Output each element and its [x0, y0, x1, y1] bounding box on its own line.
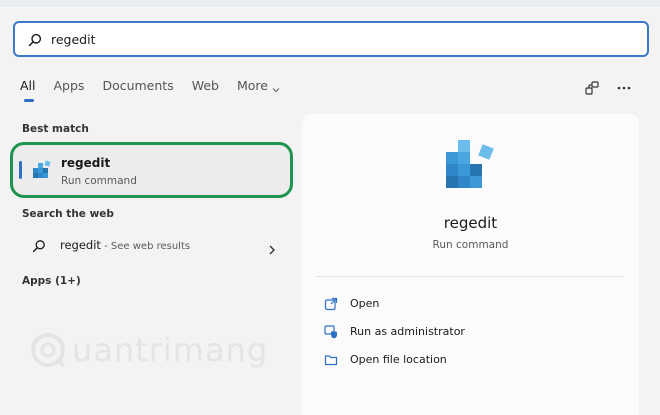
share-device-icon[interactable]: [582, 78, 602, 98]
tab-more[interactable]: More: [237, 78, 280, 93]
search-box[interactable]: [13, 21, 649, 57]
section-search-web: Search the web: [22, 208, 114, 220]
section-apps: Apps (1+): [22, 275, 81, 287]
best-match-subtitle: Run command: [61, 175, 137, 187]
search-icon: [28, 32, 42, 47]
folder-icon: [324, 352, 338, 366]
shield-icon: [324, 324, 338, 339]
search-icon: [32, 238, 46, 253]
best-match-title: regedit: [61, 156, 111, 170]
action-open-file-location[interactable]: Open file location: [324, 349, 447, 369]
registry-editor-icon: [442, 140, 500, 198]
open-icon: [324, 296, 338, 311]
preview-title: regedit: [443, 214, 498, 232]
selection-indicator: [19, 161, 22, 179]
action-open[interactable]: Open: [324, 293, 379, 313]
web-search-label: regedit - See web results: [60, 238, 191, 252]
preview-pane: regedit Run command Open Run as administ…: [302, 114, 639, 415]
more-options-icon[interactable]: [614, 78, 634, 98]
section-best-match: Best match: [22, 123, 89, 135]
tab-all[interactable]: All: [20, 78, 36, 102]
watermark: uantrimang: [28, 330, 268, 370]
toolbar-icons: [570, 78, 634, 98]
window-top-edge: [0, 0, 660, 6]
watermark-logo-icon: [31, 333, 66, 368]
chevron-down-icon: [272, 82, 280, 92]
preview-subtitle: Run command: [432, 239, 509, 251]
action-run-as-administrator[interactable]: Run as administrator: [324, 321, 465, 341]
filter-tabs: All Apps Documents Web More: [20, 78, 298, 104]
search-input[interactable]: [51, 27, 611, 51]
best-match-item[interactable]: regedit Run command: [10, 142, 293, 198]
web-search-item[interactable]: regedit - See web results: [12, 230, 284, 260]
tab-apps[interactable]: Apps: [54, 78, 85, 93]
tab-web[interactable]: Web: [192, 78, 219, 93]
chevron-right-icon: [268, 240, 276, 255]
divider: [316, 276, 624, 277]
tab-documents[interactable]: Documents: [102, 78, 173, 93]
registry-editor-icon: [31, 159, 53, 181]
